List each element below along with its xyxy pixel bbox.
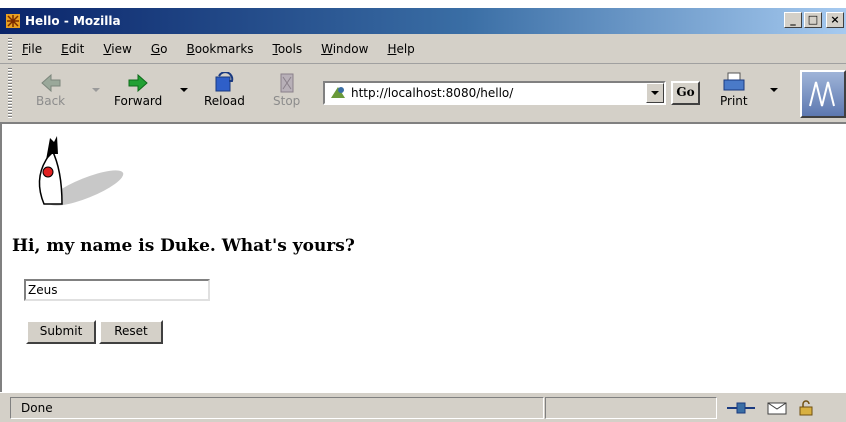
- printer-icon: [722, 72, 746, 94]
- stop-label: Stop: [273, 94, 301, 108]
- reset-button[interactable]: Reset: [99, 320, 163, 344]
- print-dropdown[interactable]: [770, 88, 778, 92]
- name-input[interactable]: [24, 279, 210, 301]
- window-title: Hello - Mozilla: [25, 14, 121, 28]
- mozilla-icon: [6, 14, 20, 28]
- menu-tools[interactable]: Tools: [273, 42, 303, 56]
- reload-icon: [212, 72, 236, 94]
- window-titlebar: Hello - Mozilla _ □ ×: [0, 0, 846, 34]
- reload-label: Reload: [204, 94, 245, 108]
- back-history-dropdown[interactable]: [92, 88, 100, 92]
- mail-icon[interactable]: [766, 400, 788, 416]
- minimize-button[interactable]: _: [784, 12, 802, 28]
- menubar-grip[interactable]: [8, 37, 12, 60]
- stop-icon: [275, 72, 299, 94]
- page-content: Hi, my name is Duke. What's yours? Submi…: [0, 124, 846, 392]
- menu-bookmarks[interactable]: Bookmarks: [186, 42, 253, 56]
- menu-file[interactable]: File: [22, 42, 42, 56]
- site-icon: [331, 87, 345, 98]
- forward-history-dropdown[interactable]: [180, 88, 188, 92]
- maximize-button[interactable]: □: [804, 12, 822, 28]
- menu-bar: File Edit View Go Bookmarks Tools Window…: [0, 34, 846, 64]
- stop-button[interactable]: Stop: [273, 72, 300, 108]
- duke-mascot-image: [38, 136, 124, 206]
- forward-arrow-icon: [126, 72, 150, 94]
- go-button[interactable]: Go: [671, 81, 700, 105]
- greeting-heading: Hi, my name is Duke. What's yours?: [12, 236, 355, 256]
- connection-icon[interactable]: [726, 400, 756, 416]
- status-bar: Done: [0, 392, 846, 422]
- padlock-icon[interactable]: [798, 400, 814, 416]
- menu-go[interactable]: Go: [151, 42, 168, 56]
- forward-button[interactable]: Forward: [114, 72, 162, 108]
- print-label: Print: [720, 94, 748, 108]
- status-progress: [545, 397, 717, 419]
- url-bar[interactable]: http://localhost:8080/hello/: [323, 81, 666, 105]
- menu-edit[interactable]: Edit: [61, 42, 84, 56]
- toolbar-grip[interactable]: [8, 68, 12, 118]
- submit-button[interactable]: Submit: [26, 320, 96, 344]
- back-label: Back: [36, 94, 66, 108]
- menu-window[interactable]: Window: [321, 42, 368, 56]
- menu-help[interactable]: Help: [387, 42, 414, 56]
- back-arrow-icon: [39, 72, 63, 94]
- print-button[interactable]: Print: [720, 72, 748, 108]
- navigation-toolbar: Back Forward Reload Stop http://localhos…: [0, 64, 846, 124]
- menu-view[interactable]: View: [103, 42, 131, 56]
- back-button[interactable]: Back: [36, 72, 65, 108]
- url-text: http://localhost:8080/hello/: [351, 86, 514, 100]
- status-text: Done: [10, 397, 544, 419]
- close-button[interactable]: ×: [826, 12, 844, 28]
- url-history-dropdown[interactable]: [646, 83, 664, 103]
- mozilla-throbber-icon[interactable]: [800, 70, 846, 118]
- forward-label: Forward: [114, 94, 163, 108]
- reload-button[interactable]: Reload: [204, 72, 245, 108]
